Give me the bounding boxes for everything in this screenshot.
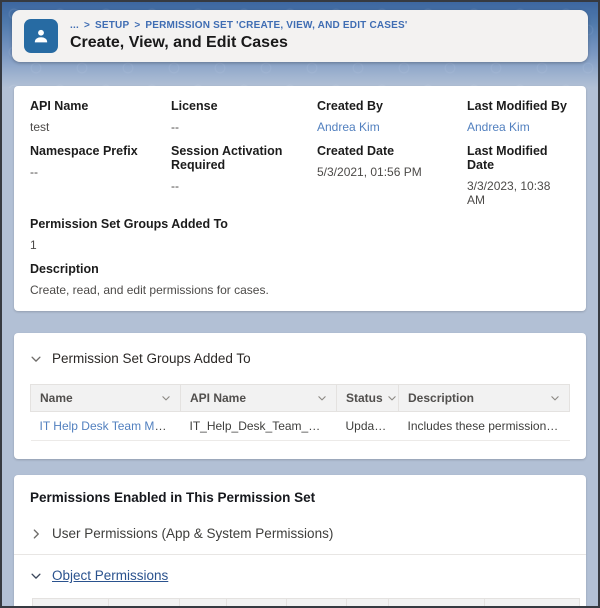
field-label: Last Modified By <box>467 99 568 113</box>
field-label: Last Modified Date <box>467 144 548 172</box>
object-permissions-link[interactable]: Object Permissions <box>52 568 168 583</box>
breadcrumb-item-permission-set[interactable]: PERMISSION SET 'CREATE, VIEW, AND EDIT C… <box>145 20 407 31</box>
column-header-name[interactable]: Name <box>30 384 181 412</box>
column-header-delete: Delete <box>286 598 347 606</box>
column-header-edit: Edit <box>346 598 389 606</box>
object-table-header-row: Object N... Object A... Read Create <box>32 598 580 606</box>
psg-section-header[interactable]: Permission Set Groups Added To <box>30 351 570 366</box>
object-permissions-table-wrapper: Object N... Object A... Read Create <box>14 596 586 606</box>
chevron-right-icon[interactable] <box>30 528 42 540</box>
column-header-create: Create <box>226 598 287 606</box>
user-permissions-label: User Permissions (App & System Permissio… <box>52 526 334 541</box>
psg-section-title: Permission Set Groups Added To <box>52 351 251 366</box>
chevron-down-icon[interactable] <box>550 393 560 403</box>
last-modified-by-user-link[interactable]: Andrea Kim <box>467 120 530 134</box>
psg-added-to-card: Permission Set Groups Added To Name API … <box>14 333 586 459</box>
field-value: test <box>30 120 50 134</box>
field-created-date: Created Date 5/3/2021, 01:56 PM <box>317 144 463 207</box>
field-session-activation-required: Session Activation Required -- <box>171 144 313 207</box>
field-label: Permission Set Groups Added To <box>30 217 228 231</box>
field-psg-added-to: Permission Set Groups Added To 1 <box>30 217 570 252</box>
field-last-modified-date: Last Modified Date 3/3/2023, 10:38 AM <box>467 144 570 207</box>
chevron-down-icon[interactable] <box>30 570 42 582</box>
field-label: API Name <box>30 99 89 113</box>
psg-table: Name API Name Status Description IT Help… <box>30 384 570 441</box>
column-header-view-all-records: View All Records <box>484 598 580 606</box>
column-header-object-api-name[interactable]: Object A... <box>108 598 180 606</box>
field-api-name: API Name test <box>30 99 167 134</box>
breadcrumb: ... > SETUP > PERMISSION SET 'CREATE, VI… <box>70 20 408 31</box>
chevron-down-icon[interactable] <box>317 393 327 403</box>
chevron-down-icon[interactable] <box>387 393 397 403</box>
field-created-by: Created By Andrea Kim <box>317 99 463 134</box>
breadcrumb-item-setup[interactable]: SETUP <box>95 20 129 31</box>
field-value: 1 <box>30 238 37 252</box>
object-permissions-table: Object N... Object A... Read Create <box>32 598 580 606</box>
psg-table-row: IT Help Desk Team Member IT_Help_Desk_Te… <box>30 411 570 441</box>
field-value: 3/3/2023, 10:38 AM <box>467 179 551 207</box>
column-header-read: Read <box>179 598 227 606</box>
field-value: Create, read, and edit permissions for c… <box>30 283 269 297</box>
setup-permission-set-page: ... > SETUP > PERMISSION SET 'CREATE, VI… <box>0 0 600 608</box>
column-header-description[interactable]: Description <box>398 384 570 412</box>
field-label: Created By <box>317 99 383 113</box>
page-title: Create, View, and Edit Cases <box>70 34 288 51</box>
psg-description-cell: Includes these permission sets: View... <box>398 411 570 441</box>
field-last-modified-by: Last Modified By Andrea Kim <box>467 99 570 134</box>
object-permissions-section-toggle[interactable]: Object Permissions <box>14 554 586 596</box>
psg-name-link[interactable]: IT Help Desk Team Member <box>40 419 181 433</box>
breadcrumb-separator: > <box>134 20 141 31</box>
user-permissions-section-toggle[interactable]: User Permissions (App & System Permissio… <box>14 513 586 554</box>
chevron-down-icon[interactable] <box>30 353 42 365</box>
permissions-enabled-title: Permissions Enabled in This Permission S… <box>30 490 316 505</box>
field-label: Namespace Prefix <box>30 144 138 158</box>
field-value: -- <box>171 120 179 134</box>
permission-set-detail-card: API Name test License -- Created By Andr… <box>14 86 586 311</box>
breadcrumb-item-ellipsis[interactable]: ... <box>70 20 79 31</box>
psg-status-cell: Updated <box>336 411 399 441</box>
permissions-enabled-card: Permissions Enabled in This Permission S… <box>14 475 586 606</box>
detail-fields-grid: API Name test License -- Created By Andr… <box>30 99 570 217</box>
column-header-object-name[interactable]: Object N... <box>32 598 109 606</box>
field-value: -- <box>171 179 179 193</box>
field-value: 5/3/2021, 01:56 PM <box>317 165 422 179</box>
field-label: Description <box>30 262 99 276</box>
column-header-status[interactable]: Status <box>336 384 399 412</box>
field-value: -- <box>30 165 38 179</box>
column-header-api-name[interactable]: API Name <box>180 384 337 412</box>
psg-table-header-row: Name API Name Status Description <box>30 384 570 412</box>
field-namespace-prefix: Namespace Prefix -- <box>30 144 167 207</box>
chevron-down-icon[interactable] <box>161 393 171 403</box>
header-text-block: ... > SETUP > PERMISSION SET 'CREATE, VI… <box>70 20 408 52</box>
field-license: License -- <box>171 99 313 134</box>
created-by-user-link[interactable]: Andrea Kim <box>317 120 380 134</box>
field-label: Session Activation Required <box>171 144 283 172</box>
permission-set-user-icon <box>24 19 58 53</box>
field-label: Created Date <box>317 144 395 158</box>
column-header-modify-all-records: Modify All Records <box>388 598 485 606</box>
psg-api-name-cell: IT_Help_Desk_Team_Member <box>180 411 337 441</box>
field-description: Description Create, read, and edit permi… <box>30 262 570 297</box>
page-header-card: ... > SETUP > PERMISSION SET 'CREATE, VI… <box>12 10 588 62</box>
field-label: License <box>171 99 218 113</box>
breadcrumb-separator: > <box>83 20 90 31</box>
